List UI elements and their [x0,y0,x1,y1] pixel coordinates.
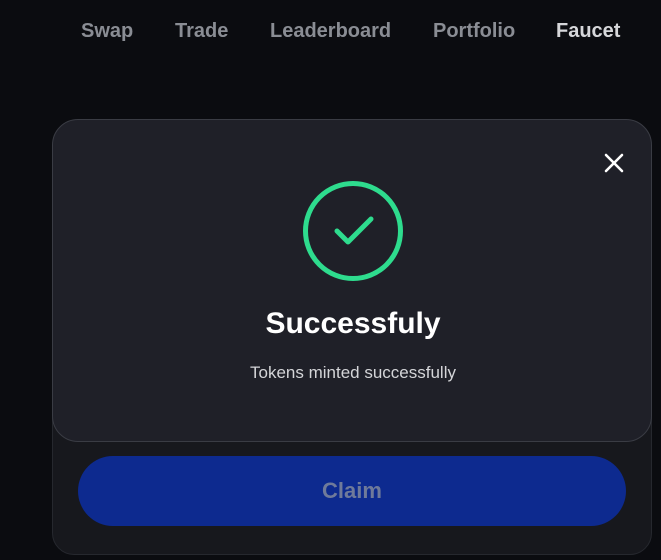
nav-item-portfolio[interactable]: Portfolio [433,19,515,43]
check-circle-icon [303,181,403,281]
nav-item-trade[interactable]: Trade [175,19,228,43]
modal-message: Tokens minted successfully [250,363,456,382]
modal-title: Successfuly [265,307,441,340]
close-button[interactable] [601,150,627,176]
success-modal: Successfuly Tokens minted successfully [52,119,652,442]
close-icon [604,153,624,173]
claim-button[interactable]: Claim [78,456,626,526]
nav-item-faucet[interactable]: Faucet [556,19,620,43]
nav-item-leaderboard[interactable]: Leaderboard [270,19,391,43]
top-nav: Swap Trade Leaderboard Portfolio Faucet [0,0,661,62]
nav-item-swap[interactable]: Swap [81,19,133,43]
